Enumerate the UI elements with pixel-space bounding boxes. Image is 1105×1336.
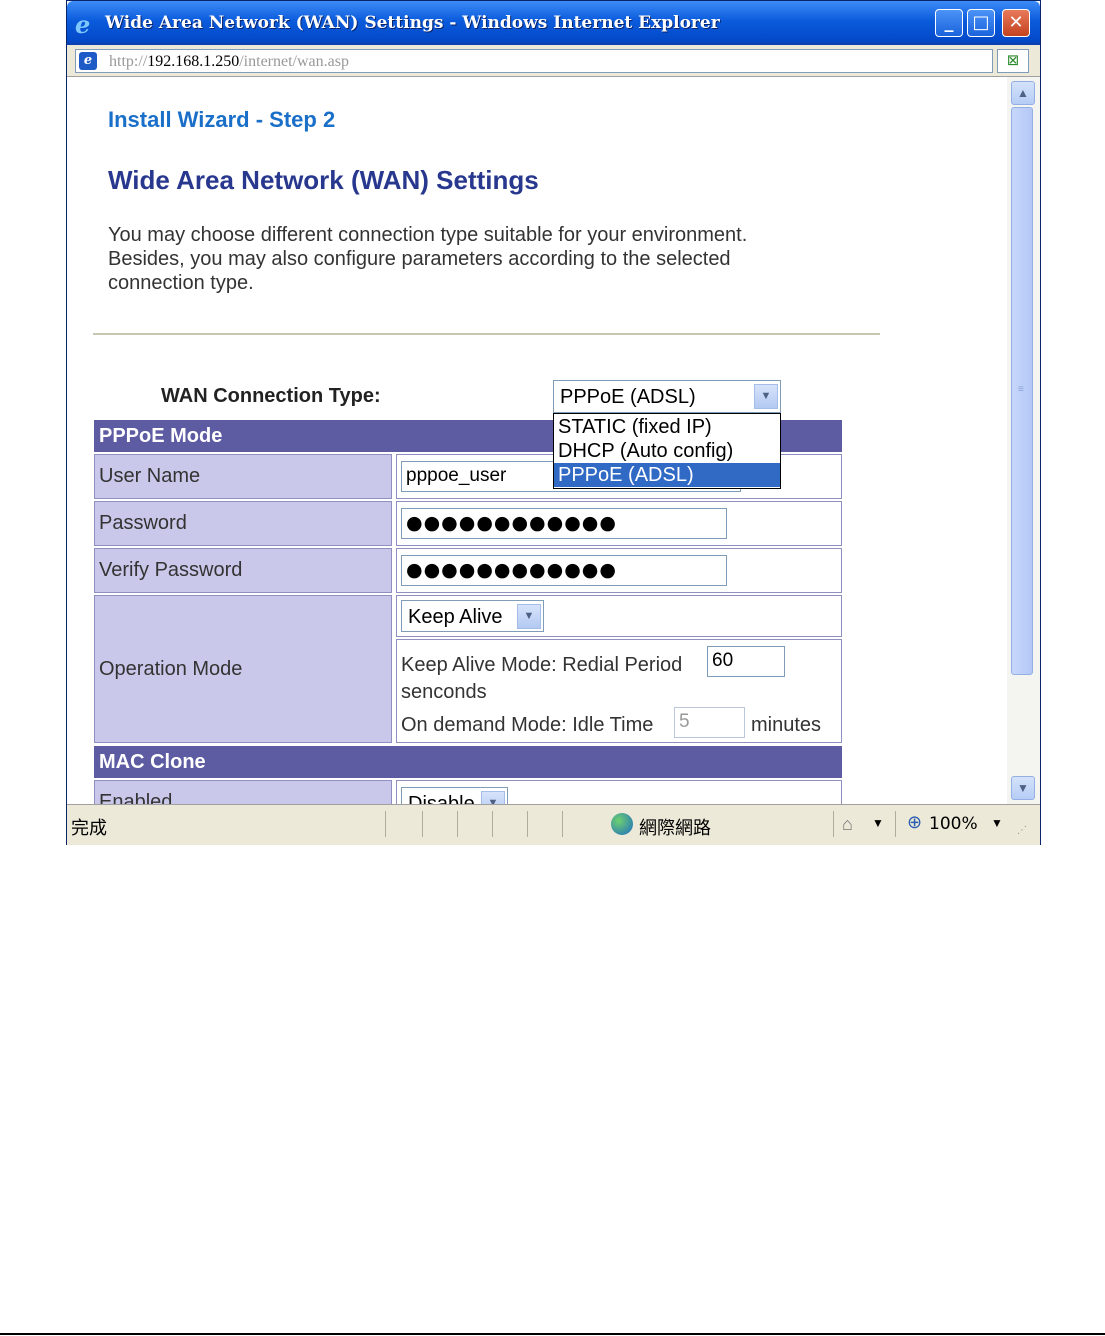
- chevron-down-icon[interactable]: ▼: [517, 604, 541, 629]
- idle-time-input[interactable]: 5: [674, 707, 745, 738]
- url-text: http://192.168.1.250/internet/wan.asp: [109, 53, 349, 70]
- keep-alive-label: Keep Alive Mode: Redial Period: [401, 654, 683, 676]
- chevron-down-icon[interactable]: ▼: [754, 384, 778, 409]
- wan-type-select[interactable]: PPPoE (ADSL) ▼: [553, 380, 781, 413]
- page-content: Install Wizard - Step 2 Wide Area Networ…: [67, 77, 1007, 804]
- verify-password-label: Verify Password: [94, 548, 392, 593]
- status-separator: [562, 811, 563, 837]
- operation-mode-select-cell: Keep Alive ▼: [396, 595, 842, 637]
- security-zone: 網際網路: [639, 818, 711, 839]
- status-bar: 完成 網際網路 ⌂ ▼ ⊕ 100% ▼ ⋰: [67, 804, 1040, 845]
- status-separator: [457, 811, 458, 837]
- password-input[interactable]: ●●●●●●●●●●●●: [401, 508, 727, 539]
- vertical-scrollbar[interactable]: ▲ ≡ ▼: [1007, 77, 1040, 804]
- magnifier-icon[interactable]: ⊕: [907, 812, 922, 833]
- page-bottom-rule: [0, 1333, 1105, 1335]
- on-demand-label: On demand Mode: Idle Time: [401, 714, 654, 736]
- wan-type-dropdown: STATIC (fixed IP) DHCP (Auto config) PPP…: [553, 413, 781, 489]
- status-separator: [527, 811, 528, 837]
- redial-period-input[interactable]: 60: [707, 646, 785, 677]
- zoom-level[interactable]: 100%: [929, 814, 978, 834]
- idle-time-unit: minutes: [751, 714, 822, 736]
- option-dhcp[interactable]: DHCP (Auto config): [554, 439, 780, 463]
- operation-mode-params-cell: Keep Alive Mode: Redial Period 60 sencon…: [396, 639, 842, 743]
- status-separator: [422, 811, 423, 837]
- operation-mode-label: Operation Mode: [94, 595, 392, 743]
- maximize-button[interactable]: □: [967, 9, 995, 37]
- password-label: Password: [94, 501, 392, 546]
- window-title: Wide Area Network (WAN) Settings - Windo…: [105, 13, 720, 33]
- ie-logo-icon: e: [75, 10, 91, 39]
- option-pppoe[interactable]: PPPoE (ADSL): [554, 463, 780, 487]
- globe-icon: [611, 813, 633, 835]
- close-button[interactable]: ✕: [1002, 9, 1030, 37]
- mac-clone-select[interactable]: Disable ▼: [401, 787, 508, 804]
- compatibility-view-icon[interactable]: ⊠: [997, 49, 1029, 73]
- chevron-down-icon[interactable]: ▼: [991, 816, 1003, 830]
- status-separator: [895, 811, 896, 837]
- browser-window: e Wide Area Network (WAN) Settings - Win…: [66, 0, 1041, 845]
- page-heading: Wide Area Network (WAN) Settings: [108, 165, 539, 195]
- option-static[interactable]: STATIC (fixed IP): [554, 415, 780, 439]
- wizard-step-title: Install Wizard - Step 2: [108, 107, 336, 132]
- scroll-thumb[interactable]: ≡: [1011, 107, 1033, 675]
- chevron-down-icon[interactable]: ▼: [872, 816, 884, 830]
- status-separator: [833, 811, 834, 837]
- keep-alive-unit: senconds: [401, 681, 487, 703]
- chevron-down-icon[interactable]: ▼: [481, 791, 505, 804]
- password-cell: ●●●●●●●●●●●●: [396, 501, 842, 546]
- protected-mode-icon[interactable]: ⌂: [842, 814, 853, 835]
- status-separator: [385, 811, 386, 837]
- resize-grip-icon[interactable]: ⋰: [1017, 825, 1027, 836]
- mac-clone-enabled-cell: Disable ▼: [396, 780, 842, 804]
- address-input[interactable]: e http://192.168.1.250/internet/wan.asp: [75, 49, 993, 73]
- mac-clone-section-header: MAC Clone: [94, 746, 842, 778]
- status-text: 完成: [71, 818, 107, 839]
- minimize-button[interactable]: _: [935, 9, 963, 37]
- divider: [93, 333, 880, 335]
- scroll-up-button[interactable]: ▲: [1011, 81, 1035, 105]
- page-description: You may choose different connection type…: [108, 224, 748, 294]
- status-separator: [492, 811, 493, 837]
- scroll-down-button[interactable]: ▼: [1011, 776, 1035, 800]
- operation-mode-select[interactable]: Keep Alive ▼: [401, 600, 544, 632]
- wan-type-label: WAN Connection Type:: [161, 385, 381, 407]
- page-icon: e: [79, 52, 97, 70]
- verify-password-cell: ●●●●●●●●●●●●: [396, 548, 842, 593]
- address-bar: e http://192.168.1.250/internet/wan.asp …: [67, 45, 1040, 77]
- title-bar[interactable]: e Wide Area Network (WAN) Settings - Win…: [67, 1, 1040, 45]
- user-name-label: User Name: [94, 454, 392, 499]
- mac-clone-enabled-label: Enabled: [94, 780, 392, 804]
- verify-password-input[interactable]: ●●●●●●●●●●●●: [401, 555, 727, 586]
